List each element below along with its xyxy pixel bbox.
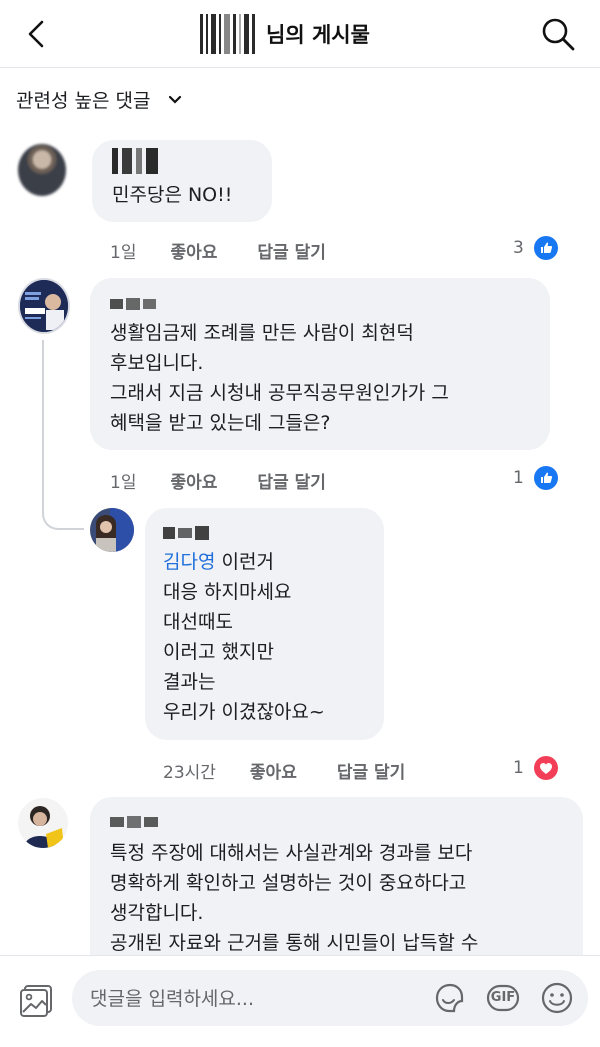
photo-button[interactable]: [18, 983, 54, 1019]
gif-button[interactable]: GIF: [486, 981, 520, 1015]
reply-button[interactable]: 답글 달기: [257, 238, 325, 263]
sticker-icon: [435, 983, 464, 1013]
chevron-left-icon: [28, 20, 44, 48]
comment-text: 대선때도: [163, 611, 233, 633]
reply-thread-connector: [42, 340, 84, 530]
comment-text: 이러고 했지만: [163, 641, 274, 663]
emoji-icon: [541, 982, 573, 1014]
emoji-button[interactable]: [540, 981, 574, 1015]
reaction-count[interactable]: 3: [513, 238, 524, 258]
chevron-down-icon: [169, 95, 182, 104]
page-title: 님의 게시물: [266, 23, 370, 47]
avatar[interactable]: [18, 144, 66, 196]
comment-composer-bar: 댓글을 입력하세요... GIF: [0, 955, 600, 1047]
comment-time[interactable]: 1일: [110, 468, 136, 493]
search-button[interactable]: [538, 14, 578, 54]
reply-button[interactable]: 답글 달기: [337, 758, 405, 783]
sort-label: 관련성 높은 댓글: [16, 90, 151, 112]
mention-link[interactable]: 김다영: [163, 551, 215, 573]
thumbs-up-icon[interactable]: [534, 236, 558, 260]
redacted-author-name[interactable]: [112, 148, 164, 174]
redacted-name-block: [200, 14, 258, 54]
comment-actions: 1일 좋아요 답글 달기: [110, 238, 326, 263]
comment-actions: 23시간 좋아요 답글 달기: [163, 758, 405, 783]
redacted-author-name[interactable]: [163, 524, 215, 542]
redacted-author-name[interactable]: [110, 296, 158, 312]
thumbs-up-icon[interactable]: [534, 466, 558, 490]
reaction-count[interactable]: 1: [513, 758, 524, 778]
comment-text: 대응 하지마세요: [163, 581, 292, 603]
comment-text: 후보입니다.: [110, 352, 204, 374]
like-button[interactable]: 좋아요: [170, 468, 217, 493]
avatar[interactable]: [18, 798, 68, 848]
redacted-author-name[interactable]: [110, 814, 160, 830]
comment-text: 공개된 자료와 근거를 통해 시민들이 납득할 수: [110, 932, 479, 954]
post-title: 님의 게시물: [200, 12, 370, 56]
like-button[interactable]: 좋아요: [170, 238, 217, 263]
comment-time[interactable]: 1일: [110, 238, 136, 263]
comment-text: 생각합니다.: [110, 902, 204, 924]
comment-text: 명확하게 확인하고 설명하는 것이 중요하다고: [110, 872, 467, 894]
top-bar: 님의 게시물: [0, 0, 600, 68]
sticker-button[interactable]: [432, 981, 466, 1015]
comment-input[interactable]: 댓글을 입력하세요... GIF: [72, 970, 588, 1026]
comment-text: 민주당은 NO!!: [112, 184, 233, 206]
comment-actions: 1일 좋아요 답글 달기: [110, 468, 326, 493]
comment-sort-dropdown[interactable]: 관련성 높은 댓글: [16, 86, 182, 113]
comment-input-placeholder: 댓글을 입력하세요...: [90, 988, 254, 1010]
comment-text: 특정 주장에 대해서는 사실관계와 경과를 보다: [110, 842, 473, 864]
reply-button[interactable]: 답글 달기: [257, 468, 325, 493]
comment-text: 우리가 이겼잖아요~: [163, 701, 325, 723]
gif-label: GIF: [490, 990, 516, 1005]
comment-text: 생활임금제 조례를 만든 사람이 최현덕: [110, 322, 414, 344]
heart-icon[interactable]: [534, 756, 558, 780]
comment-text: 혜택을 받고 있는데 그들은?: [110, 412, 331, 434]
photo-icon: [20, 985, 52, 1017]
back-button[interactable]: [18, 14, 58, 54]
comment-text: 결과는: [163, 671, 216, 693]
comment-time[interactable]: 23시간: [163, 758, 216, 783]
comment-text: 그래서 지금 시청내 공무직공무원인가가 그: [110, 382, 449, 404]
avatar[interactable]: [18, 278, 70, 334]
like-button[interactable]: 좋아요: [250, 758, 297, 783]
header-divider: [0, 67, 600, 68]
search-icon: [542, 18, 575, 51]
comment-text: 김다영 이런거: [163, 551, 274, 573]
avatar[interactable]: [90, 508, 134, 552]
reaction-count[interactable]: 1: [513, 468, 524, 488]
